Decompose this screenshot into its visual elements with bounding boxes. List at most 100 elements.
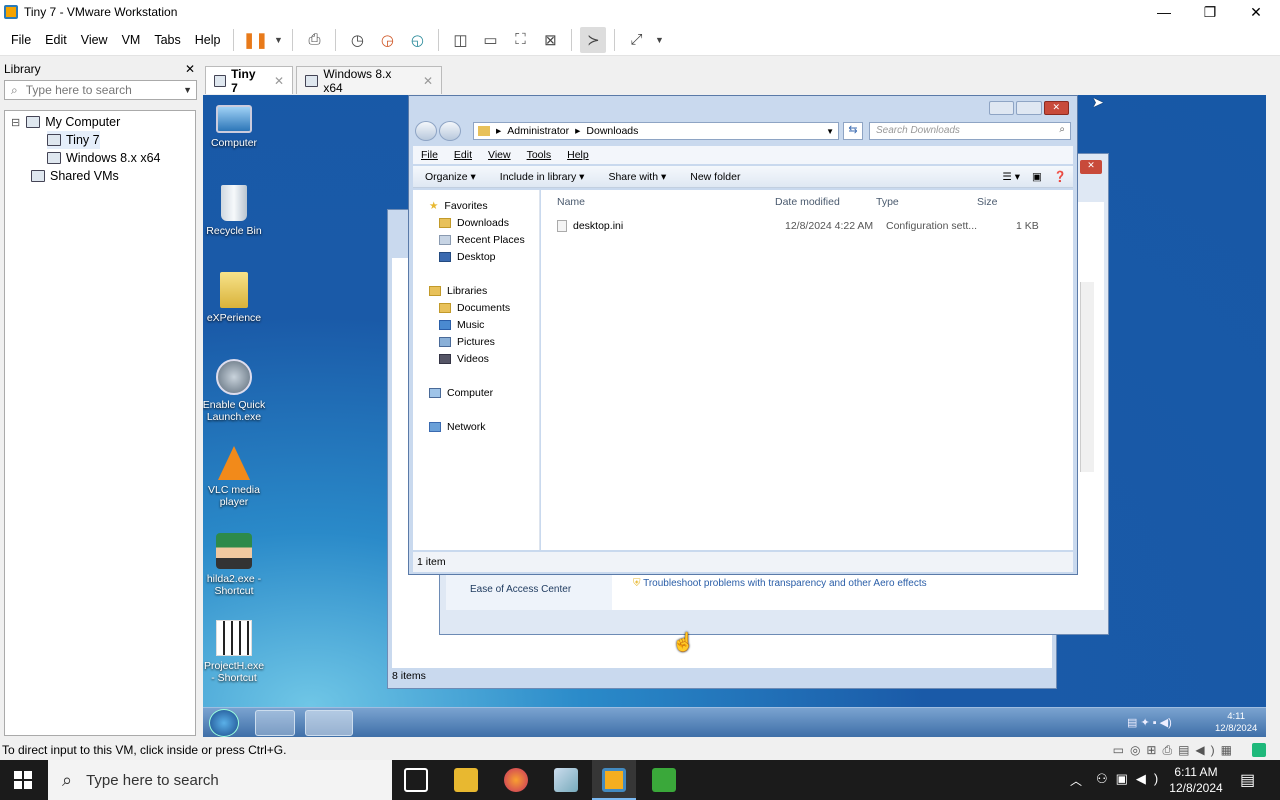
minimize-button[interactable]: — bbox=[1141, 0, 1187, 24]
vm-screen[interactable]: Computer Recycle Bin eXPerience Enable Q… bbox=[203, 95, 1276, 737]
guest-clock[interactable]: 4:11 12/8/2024 bbox=[1215, 711, 1257, 735]
pause-dropdown-icon[interactable]: ▼ bbox=[272, 27, 284, 53]
guest-tray-icons[interactable]: ▤ ✦ ▪ ◀) bbox=[1127, 716, 1172, 729]
host-clock[interactable]: 6:11 AM 12/8/2024 bbox=[1164, 764, 1228, 796]
explorer-menu-view[interactable]: View bbox=[480, 149, 519, 161]
explorer-maximize-icon[interactable] bbox=[1016, 101, 1042, 115]
explorer-menu-file[interactable]: File bbox=[413, 149, 446, 161]
address-bar[interactable]: ▸ Administrator ▸ Downloads ▼ bbox=[473, 122, 839, 140]
tree-item-windows8[interactable]: Windows 8.x x64 bbox=[47, 149, 160, 167]
guest-start-button[interactable] bbox=[209, 709, 239, 737]
tree-item-my-computer[interactable]: ⊟ My Computer bbox=[11, 113, 120, 131]
desktop-icon-experience[interactable]: eXPerience bbox=[203, 272, 266, 324]
desktop-icon-projecth[interactable]: ProjectH.exe - Shortcut bbox=[203, 620, 266, 684]
desktop-icon-hilda[interactable]: hilda2.exe - Shortcut bbox=[203, 533, 266, 597]
tab-tiny7[interactable]: Tiny 7 ✕ bbox=[205, 66, 293, 95]
explorer-menu-edit[interactable]: Edit bbox=[446, 149, 480, 161]
menu-vm[interactable]: VM bbox=[115, 33, 148, 47]
vm-scrollbar[interactable] bbox=[1266, 95, 1278, 737]
windows-start-icon[interactable] bbox=[14, 771, 32, 789]
nav-libraries[interactable]: Libraries bbox=[429, 283, 487, 298]
column-name[interactable]: Name bbox=[557, 196, 585, 208]
pause-icon[interactable]: ❚❚ bbox=[242, 27, 268, 53]
desktop-icon-computer[interactable]: Computer bbox=[203, 101, 266, 149]
breadcrumb-administrator[interactable]: Administrator bbox=[507, 125, 569, 137]
nav-computer[interactable]: Computer bbox=[429, 385, 493, 400]
desktop-icon-recycle-bin[interactable]: Recycle Bin bbox=[203, 185, 266, 237]
explorer-menu-tools[interactable]: Tools bbox=[519, 149, 560, 161]
guest-taskbar-control-panel-icon[interactable] bbox=[305, 710, 353, 736]
nav-music[interactable]: Music bbox=[439, 317, 484, 332]
address-dropdown-icon[interactable]: ▼ bbox=[826, 127, 834, 136]
desktop-icon-vlc[interactable]: VLC media player bbox=[203, 446, 266, 508]
explorer-search-input[interactable]: Search Downloads ⌕ bbox=[869, 122, 1071, 140]
close-button[interactable]: ✕ bbox=[1233, 0, 1279, 24]
menu-help[interactable]: Help bbox=[188, 33, 228, 47]
column-size[interactable]: Size bbox=[977, 196, 997, 208]
notepad-icon[interactable] bbox=[554, 768, 578, 792]
firefox-icon[interactable] bbox=[504, 768, 528, 792]
file-explorer-icon[interactable] bbox=[454, 768, 478, 792]
tree-item-shared-vms[interactable]: Shared VMs bbox=[31, 167, 119, 185]
nav-downloads[interactable]: Downloads bbox=[439, 215, 509, 230]
refresh-icon[interactable]: ⇆ bbox=[843, 122, 863, 140]
tree-item-tiny7[interactable]: Tiny 7 bbox=[47, 131, 100, 149]
nav-network[interactable]: Network bbox=[429, 419, 486, 434]
column-type[interactable]: Type bbox=[876, 196, 899, 208]
nav-pictures[interactable]: Pictures bbox=[439, 334, 495, 349]
unity-icon[interactable]: ⊠ bbox=[537, 27, 563, 53]
thumbnail-bar-icon[interactable]: ▭ bbox=[477, 27, 503, 53]
nav-videos[interactable]: Videos bbox=[439, 351, 489, 366]
message-icon[interactable] bbox=[1252, 743, 1266, 757]
explorer-minimize-icon[interactable] bbox=[989, 101, 1015, 115]
revert-snapshot-icon[interactable]: ◶ bbox=[374, 27, 400, 53]
ease-of-access-link[interactable]: Ease of Access Center bbox=[470, 584, 571, 595]
library-close-icon[interactable]: ✕ bbox=[185, 62, 195, 76]
nav-favorites[interactable]: ★ Favorites bbox=[429, 198, 488, 213]
notifications-icon[interactable]: ▤ bbox=[1240, 770, 1255, 790]
tray-icons[interactable]: ⚇▣◀) bbox=[1096, 771, 1166, 787]
menu-edit[interactable]: Edit bbox=[38, 33, 74, 47]
view-options-icon[interactable]: ☰ ▾ bbox=[996, 171, 1026, 183]
task-view-icon[interactable] bbox=[404, 768, 428, 792]
help-icon[interactable]: ❓ bbox=[1048, 170, 1073, 183]
explorer-menu-help[interactable]: Help bbox=[559, 149, 597, 161]
send-ctrl-alt-del-icon[interactable]: ⎙ bbox=[301, 27, 327, 53]
new-folder-button[interactable]: New folder bbox=[678, 171, 752, 183]
collapse-icon[interactable]: ⊟ bbox=[11, 116, 20, 129]
back-icon[interactable] bbox=[415, 121, 437, 141]
tab-windows8[interactable]: Windows 8.x x64 ✕ bbox=[296, 66, 442, 95]
preview-pane-icon[interactable]: ▣ bbox=[1026, 171, 1048, 183]
maximize-button[interactable]: ❐ bbox=[1187, 0, 1233, 24]
troubleshoot-aero-link[interactable]: ⛨ Troubleshoot problems with transparenc… bbox=[633, 578, 927, 589]
tab-close-icon[interactable]: ✕ bbox=[274, 74, 284, 88]
menu-view[interactable]: View bbox=[74, 33, 115, 47]
forward-icon[interactable] bbox=[439, 121, 461, 141]
tray-chevron-icon[interactable]: ︿ bbox=[1070, 772, 1082, 789]
share-with-button[interactable]: Share with ▾ bbox=[596, 171, 678, 183]
menu-tabs[interactable]: Tabs bbox=[147, 33, 187, 47]
snapshot-manager-icon[interactable]: ◵ bbox=[404, 27, 430, 53]
nav-desktop[interactable]: Desktop bbox=[439, 249, 496, 264]
stretch-dropdown-icon[interactable]: ▼ bbox=[653, 27, 665, 53]
full-screen-icon[interactable]: ⛶ bbox=[507, 27, 533, 53]
snapshot-icon[interactable]: ◷ bbox=[344, 27, 370, 53]
explorer-window[interactable]: ✕ ▸ Administrator ▸ Downloads ▼ ⇆ Search… bbox=[408, 95, 1078, 575]
nav-recent-places[interactable]: Recent Places bbox=[439, 232, 525, 247]
tab-close-icon[interactable]: ✕ bbox=[423, 74, 433, 88]
people-app-icon[interactable] bbox=[652, 768, 676, 792]
control-panel-close-icon[interactable]: ✕ bbox=[1080, 160, 1102, 174]
search-dropdown-icon[interactable]: ▼ bbox=[183, 85, 192, 95]
include-in-library-button[interactable]: Include in library ▾ bbox=[488, 171, 597, 183]
library-search-input[interactable]: ⌕ Type here to search ▼ bbox=[4, 80, 197, 100]
menu-file[interactable]: File bbox=[4, 33, 38, 47]
host-search-box[interactable]: ⌕ Type here to search bbox=[48, 760, 392, 800]
explorer-close-icon[interactable]: ✕ bbox=[1043, 101, 1069, 115]
device-status-icons[interactable]: ▭◎⊞⎙▤◀)▦ bbox=[1113, 743, 1238, 758]
file-row[interactable]: desktop.ini 12/8/2024 4:22 AM Configurat… bbox=[557, 218, 1057, 234]
column-date-modified[interactable]: Date modified bbox=[775, 196, 840, 208]
guest-taskbar-explorer-icon[interactable] bbox=[255, 710, 295, 736]
console-view-icon[interactable]: ≻ bbox=[580, 26, 607, 53]
nav-documents[interactable]: Documents bbox=[439, 300, 510, 315]
organize-button[interactable]: Organize ▾ bbox=[413, 171, 488, 183]
